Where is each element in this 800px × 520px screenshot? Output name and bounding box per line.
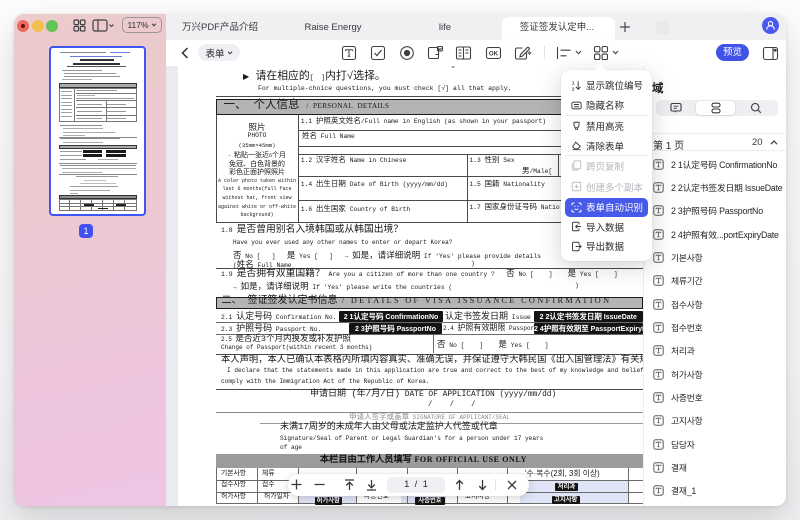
svg-text:2: 2 [572, 86, 575, 90]
svg-text:1: 1 [572, 80, 575, 85]
svg-text:OK: OK [488, 51, 498, 58]
